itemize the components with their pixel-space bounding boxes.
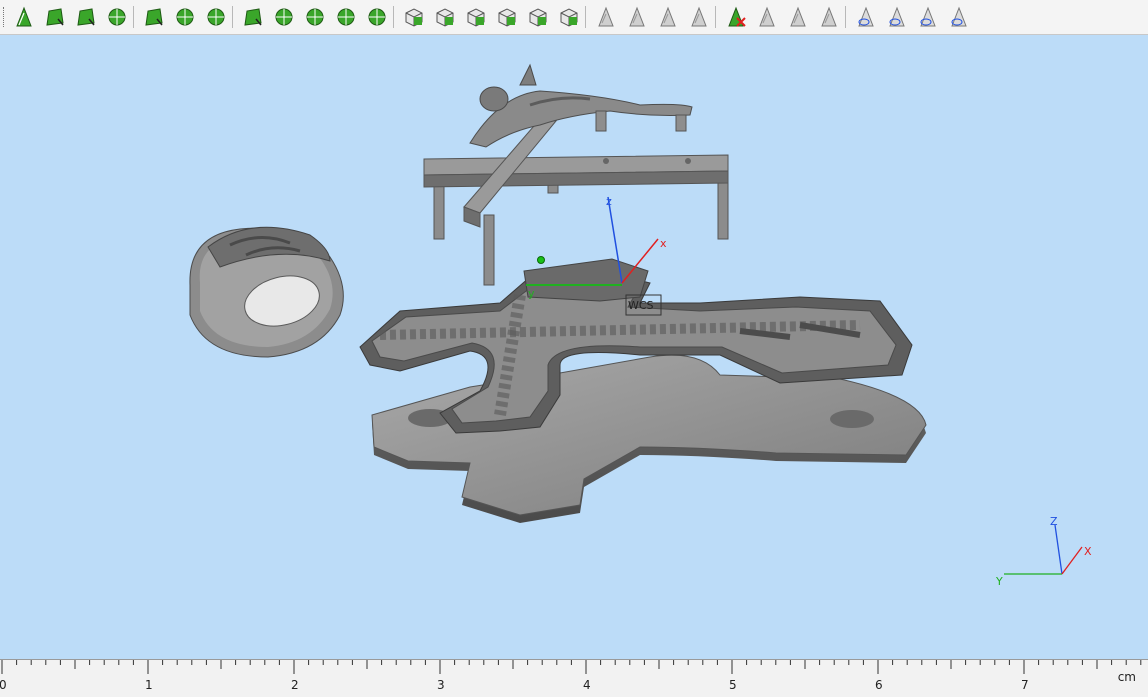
base-plate[interactable] <box>371 354 927 523</box>
toolbar-separator <box>715 6 716 28</box>
ruler-number: 0 <box>0 678 7 692</box>
render-icon-glyph <box>951 6 967 27</box>
spline-icon[interactable] <box>204 5 228 29</box>
ruler-number: 2 <box>291 678 299 692</box>
ruler-number: 4 <box>583 678 591 692</box>
ruler-unit-label: cm <box>1117 670 1136 684</box>
pattern-tool-icon[interactable] <box>303 5 327 29</box>
ruler-number: 7 <box>1021 678 1029 692</box>
view-icon-glyph <box>920 6 936 27</box>
box-select-icon[interactable] <box>142 5 166 29</box>
view-icon[interactable] <box>916 5 940 29</box>
mirror-icon[interactable] <box>817 5 841 29</box>
toolbar-separator <box>232 6 233 28</box>
ruler-number: 6 <box>875 678 883 692</box>
show-info-icon[interactable] <box>885 5 909 29</box>
pivot-point[interactable] <box>537 256 545 264</box>
solid-wire-icon-glyph <box>498 8 516 27</box>
sweep-tool-icon[interactable] <box>74 5 98 29</box>
copy-icon[interactable] <box>786 5 810 29</box>
plane-icon-glyph <box>598 6 614 27</box>
surface-tool-icon[interactable] <box>43 5 67 29</box>
triad-z-label: Z <box>1050 515 1058 528</box>
plane-move-icon[interactable] <box>656 5 680 29</box>
surface-tool-icon-glyph <box>46 8 64 26</box>
solid-green-icon[interactable] <box>557 5 581 29</box>
orientation-triad: Z Y X <box>995 515 1092 588</box>
sculpt-tool-icon[interactable] <box>272 5 296 29</box>
toolbar-separator <box>845 6 846 28</box>
spline-icon-glyph <box>207 8 225 26</box>
triad-y-label: Y <box>995 575 1003 588</box>
solid-add-icon[interactable] <box>433 5 457 29</box>
ring-model[interactable] <box>189 226 344 358</box>
mirror-icon-glyph <box>821 6 837 27</box>
wcs-z-label: z <box>606 195 612 208</box>
solid-red-icon-glyph <box>529 8 547 27</box>
ruler-number: 3 <box>437 678 445 692</box>
solid-view-icon-glyph <box>405 8 423 27</box>
show-info-icon-glyph <box>889 6 905 27</box>
show-icon-glyph <box>858 6 874 27</box>
toolbar-separator <box>133 6 134 28</box>
delete-icon[interactable] <box>724 5 748 29</box>
show-icon[interactable] <box>854 5 878 29</box>
scene-canvas[interactable]: z x y WCS Z Y X <box>0 35 1148 659</box>
wheel-tool-icon-glyph <box>368 8 386 26</box>
hide-icon[interactable] <box>755 5 779 29</box>
hide-icon-glyph <box>759 6 775 27</box>
node-edit-icon-glyph <box>176 8 194 26</box>
copy-icon-glyph <box>790 6 806 27</box>
3d-viewport[interactable]: z x y WCS Z Y X <box>0 35 1148 659</box>
ruler-number: 5 <box>729 678 737 692</box>
ruler-ticks <box>1 660 1142 674</box>
plane-move-icon-glyph <box>660 6 676 27</box>
curve-tool-icon[interactable] <box>12 5 36 29</box>
solid-color-icon[interactable] <box>464 5 488 29</box>
solid-wire-icon[interactable] <box>495 5 519 29</box>
box-select-icon-glyph <box>145 8 163 26</box>
mesh-tool-icon[interactable] <box>241 5 265 29</box>
plane-split-icon-glyph <box>629 6 645 27</box>
radial-tool-icon-glyph <box>337 8 355 26</box>
solid-green-icon-glyph <box>560 8 578 27</box>
solid-color-icon-glyph <box>467 8 485 27</box>
wheel-tool-icon[interactable] <box>365 5 389 29</box>
pattern-tool-icon-glyph <box>306 8 324 26</box>
wcs-x-label: x <box>660 237 667 250</box>
render-icon[interactable] <box>947 5 971 29</box>
node-edit-icon[interactable] <box>173 5 197 29</box>
plane-icon[interactable] <box>594 5 618 29</box>
solid-red-icon[interactable] <box>526 5 550 29</box>
toolbar-grip[interactable] <box>3 7 6 27</box>
mesh-tool-icon-glyph <box>244 8 262 26</box>
solid-add-icon-glyph <box>436 8 454 27</box>
revolve-tool-icon[interactable] <box>105 5 129 29</box>
curve-tool-icon-glyph <box>16 6 32 27</box>
bottom-ruler: cm 0 1 2 3 4 5 6 7 <box>0 659 1148 697</box>
solid-view-icon[interactable] <box>402 5 426 29</box>
plane-rotate-icon[interactable] <box>687 5 711 29</box>
wcs-y-label: y <box>528 287 535 300</box>
revolve-tool-icon-glyph <box>108 8 126 26</box>
wcs-label: WCS <box>628 299 654 312</box>
toolbar-separator <box>585 6 586 28</box>
toolbar-separator <box>393 6 394 28</box>
plane-rotate-icon-glyph <box>691 6 707 27</box>
plane-split-icon[interactable] <box>625 5 649 29</box>
delete-icon-glyph <box>728 6 746 27</box>
radial-tool-icon[interactable] <box>334 5 358 29</box>
ruler-number: 1 <box>145 678 153 692</box>
triad-x-label: X <box>1084 545 1092 558</box>
sculpt-tool-icon-glyph <box>275 8 293 26</box>
toolbar <box>0 0 1148 35</box>
cross-stand[interactable] <box>423 118 729 286</box>
sweep-tool-icon-glyph <box>77 8 95 26</box>
crucifix-figure[interactable] <box>469 63 693 148</box>
